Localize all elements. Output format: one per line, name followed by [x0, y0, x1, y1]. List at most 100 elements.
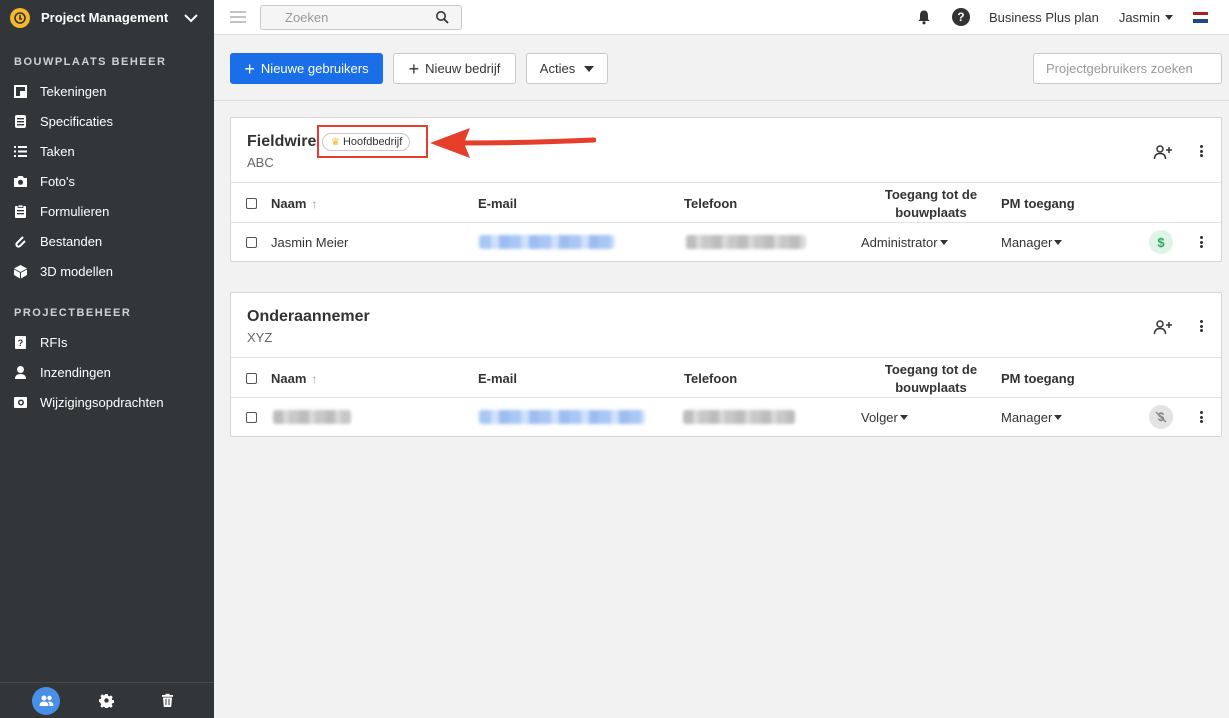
column-label: Naam	[271, 196, 307, 211]
caret-down-icon	[1054, 415, 1063, 420]
company-name: Onderaannemer	[247, 308, 370, 325]
row-checkbox[interactable]	[246, 237, 257, 248]
rfi-icon: ?	[13, 335, 28, 350]
sidebar-item-photos[interactable]: Foto's	[0, 166, 214, 196]
sidebar-item-change-orders[interactable]: Wijzigingsopdrachten	[0, 387, 214, 417]
user-name-cell[interactable]: Jasmin Meier	[271, 235, 348, 250]
column-header-pm-access[interactable]: PM toegang	[1001, 371, 1075, 386]
tasks-icon	[13, 144, 28, 159]
column-header-pm-access[interactable]: PM toegang	[1001, 196, 1075, 211]
table-header: Naam ↑ E-mail Telefoon Toegang tot de bouw…	[231, 182, 1221, 223]
paid-user-icon[interactable]: $	[1149, 230, 1173, 254]
section-title-site: BOUWPLAATS BEHEER	[14, 56, 167, 68]
chevron-down-icon[interactable]	[182, 9, 200, 27]
sidebar-item-plans[interactable]: Tekeningen	[0, 76, 214, 106]
dutch-flag-icon[interactable]	[1193, 11, 1208, 23]
sidebar-item-label: Tekeningen	[40, 83, 107, 99]
table-row: Jasmin Meier Administrator Manager $	[231, 223, 1221, 261]
cube-icon	[13, 264, 28, 279]
site-access-value: Volger	[861, 410, 898, 425]
column-header-phone[interactable]: Telefoon	[684, 196, 737, 211]
column-header-email[interactable]: E-mail	[478, 371, 517, 386]
help-icon[interactable]: ?	[951, 8, 970, 26]
company-card-subcontractor: Onderaannemer XYZ Naam ↑ E-mail Telefoon …	[230, 292, 1222, 437]
add-user-icon[interactable]	[1153, 319, 1173, 335]
company-more-icon[interactable]	[1200, 320, 1204, 332]
users-toolbar: + Nieuwe gebruikers + Nieuw bedrijf Acties…	[214, 36, 1229, 101]
company-more-icon[interactable]	[1200, 145, 1204, 157]
specifications-icon	[13, 114, 28, 129]
new-users-label: Nieuwe gebruikers	[260, 61, 369, 76]
table-row: Volger Manager $	[231, 398, 1221, 436]
flag-stripe	[1193, 18, 1208, 23]
trash-icon[interactable]	[154, 687, 182, 715]
caret-down-icon	[584, 65, 595, 72]
select-all-checkbox[interactable]	[246, 373, 257, 384]
column-label-line2: bouwplaats	[895, 205, 967, 220]
row-more-icon[interactable]	[1200, 236, 1204, 248]
plan-link[interactable]: Business Plus plan	[989, 10, 1099, 25]
search-placeholder: Zoeken	[285, 9, 329, 25]
company-subtitle: ABC	[247, 155, 274, 170]
sidebar-item-label: Inzendingen	[40, 364, 111, 380]
plus-icon: +	[244, 58, 255, 79]
column-header-site-access[interactable]: Toegang tot de bouwplaats	[871, 186, 991, 222]
bell-icon[interactable]	[915, 8, 933, 26]
pm-access-value: Manager	[1001, 235, 1053, 250]
company-name: Fieldwire	[247, 133, 317, 150]
column-header-email[interactable]: E-mail	[478, 196, 517, 211]
submittals-icon	[13, 365, 28, 380]
column-label-line1: Toegang tot de	[884, 362, 978, 377]
site-access-value: Administrator	[861, 235, 938, 250]
sidebar-item-files[interactable]: Bestanden	[0, 226, 214, 256]
forms-icon	[13, 204, 28, 219]
change-orders-icon	[13, 395, 28, 410]
actions-label: Acties	[539, 61, 576, 76]
site-access-dropdown[interactable]: Volger	[861, 410, 908, 425]
caret-down-icon	[1054, 240, 1063, 245]
sort-arrow-up-icon: ↑	[311, 372, 318, 386]
sidebar-item-3d-models[interactable]: 3D modellen	[0, 256, 214, 286]
sidebar-item-label: Formulieren	[40, 203, 110, 219]
people-icon[interactable]	[32, 686, 61, 715]
row-more-icon[interactable]	[1200, 411, 1204, 423]
select-all-checkbox[interactable]	[246, 198, 257, 209]
free-user-icon[interactable]: $	[1149, 405, 1173, 429]
project-title: Project Management	[41, 10, 169, 25]
column-header-name[interactable]: Naam ↑	[271, 371, 317, 386]
column-header-site-access[interactable]: Toegang tot de bouwplaats	[871, 361, 991, 397]
sidebar-item-label: Specificaties	[40, 113, 113, 129]
row-checkbox[interactable]	[246, 412, 257, 423]
site-access-dropdown[interactable]: Administrator	[861, 235, 948, 250]
column-header-name[interactable]: Naam ↑	[271, 196, 317, 211]
email-redacted	[479, 235, 615, 249]
fieldwire-logo-icon	[10, 7, 30, 28]
sidebar-item-label: RFIs	[40, 334, 68, 350]
global-search-input[interactable]: Zoeken	[260, 4, 462, 30]
company-card-fieldwire: Fieldwire ♛ Hoofdbedrijf ABC Naam ↑ E-mail…	[230, 117, 1222, 262]
project-switcher[interactable]: Project Management	[0, 0, 214, 35]
svg-text:?: ?	[18, 338, 24, 348]
actions-dropdown[interactable]: Acties	[526, 53, 608, 84]
pm-access-dropdown[interactable]: Manager	[1001, 410, 1063, 425]
new-company-label: Nieuw bedrijf	[425, 61, 501, 76]
column-header-phone[interactable]: Telefoon	[684, 371, 737, 386]
sidebar-item-specifications[interactable]: Specificaties	[0, 106, 214, 136]
hamburger-menu-icon[interactable]	[230, 11, 246, 23]
plus-icon: +	[408, 58, 420, 79]
sidebar-item-rfis[interactable]: ? RFIs	[0, 327, 214, 357]
new-company-button[interactable]: + Nieuw bedrijf	[393, 53, 516, 84]
sidebar-item-label: Bestanden	[40, 233, 103, 249]
search-icon[interactable]	[435, 10, 449, 24]
add-user-icon[interactable]	[1153, 144, 1173, 160]
sidebar-item-label: 3D modellen	[40, 263, 113, 279]
camera-icon	[13, 174, 28, 189]
pm-access-dropdown[interactable]: Manager	[1001, 235, 1063, 250]
sidebar-item-forms[interactable]: Formulieren	[0, 196, 214, 226]
sidebar-item-submittals[interactable]: Inzendingen	[0, 357, 214, 387]
user-menu[interactable]: Jasmin	[1119, 10, 1173, 25]
new-users-button[interactable]: + Nieuwe gebruikers	[230, 53, 383, 84]
project-users-search-input[interactable]: Projectgebruikers zoeken	[1033, 53, 1222, 84]
sidebar-item-tasks[interactable]: Taken	[0, 136, 214, 166]
gear-icon[interactable]	[93, 687, 121, 715]
